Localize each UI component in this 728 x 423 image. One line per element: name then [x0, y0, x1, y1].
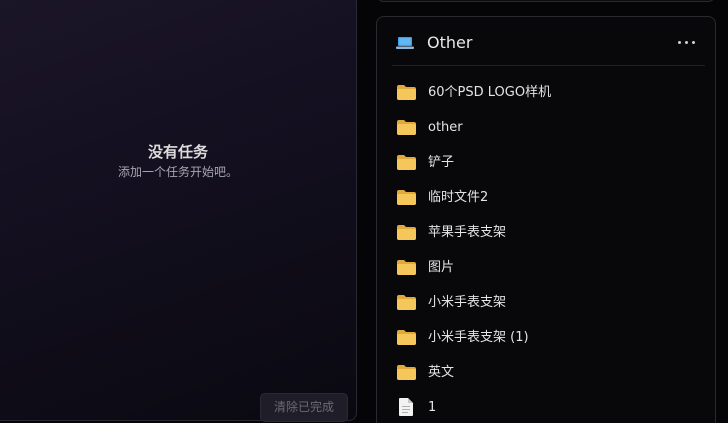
document-icon [399, 398, 413, 416]
file-label: 铲子 [428, 155, 455, 170]
folder-icon [397, 85, 416, 100]
folder-icon [397, 295, 416, 310]
file-label: 图片 [428, 260, 455, 275]
folder-icon [397, 260, 416, 275]
folder-icon [397, 190, 416, 205]
file-list-item[interactable]: 小米手表支架 [377, 285, 715, 320]
file-label: 英文 [428, 365, 455, 380]
file-label: 1 [428, 400, 437, 415]
top-panel-edge [376, 0, 716, 2]
file-list: 60个PSD LOGO样机 other 铲子 临时文件2 苹果手表支架 图片 小… [377, 75, 715, 423]
header-divider [392, 65, 705, 66]
file-label: 临时文件2 [428, 190, 489, 205]
more-dot [685, 41, 688, 44]
folder-icon [397, 330, 416, 345]
folder-panel-title: Other [427, 33, 473, 52]
file-list-item[interactable]: 图片 [377, 250, 715, 285]
laptop-icon [396, 37, 414, 49]
file-list-item[interactable]: 英文 [377, 355, 715, 390]
file-label: 小米手表支架 (1) [428, 330, 529, 345]
folder-panel-header: Other [377, 17, 715, 65]
file-list-item[interactable]: other [377, 110, 715, 145]
folder-icon [397, 120, 416, 135]
folder-panel: Other 60个PSD LOGO样机 other 铲子 临时文件2 苹果手表支… [376, 16, 716, 423]
file-label: 小米手表支架 [428, 295, 507, 310]
file-list-item[interactable]: 铲子 [377, 145, 715, 180]
clear-completed-button[interactable]: 清除已完成 [260, 393, 348, 422]
more-dot [692, 41, 695, 44]
empty-state-subtitle: 添加一个任务开始吧。 [117, 165, 238, 179]
empty-state-title: 没有任务 [147, 143, 208, 161]
file-label: 苹果手表支架 [428, 225, 507, 240]
more-horizontal-icon [678, 41, 681, 44]
folder-icon [397, 225, 416, 240]
file-list-item[interactable]: 60个PSD LOGO样机 [377, 75, 715, 110]
file-label: other [428, 120, 463, 135]
app-window: 没有任务 添加一个任务开始吧。 清除已完成 Other 60个PSD LOGO样… [0, 0, 728, 423]
file-list-item[interactable]: 苹果手表支架 [377, 215, 715, 250]
folder-icon [397, 155, 416, 170]
folder-icon [397, 365, 416, 380]
file-list-item[interactable]: 小米手表支架 (1) [377, 320, 715, 355]
tasks-empty-state: 没有任务 添加一个任务开始吧。 [0, 142, 356, 181]
tasks-panel: 没有任务 添加一个任务开始吧。 清除已完成 [0, 0, 357, 422]
file-list-item[interactable]: 临时文件2 [377, 180, 715, 215]
more-options-button[interactable] [675, 31, 699, 53]
file-label: 60个PSD LOGO样机 [428, 85, 552, 100]
file-list-item[interactable]: 1 [377, 390, 715, 423]
